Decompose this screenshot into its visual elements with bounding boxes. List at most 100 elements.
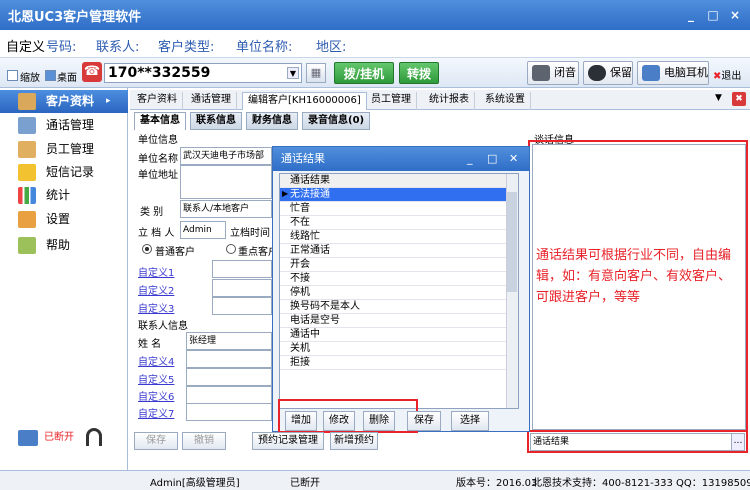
sidebar-item-calls[interactable]: 通话管理: [0, 114, 128, 137]
list-item[interactable]: 通话中: [280, 328, 506, 342]
mute-button[interactable]: 闭音: [527, 61, 579, 85]
minimize-button[interactable]: _: [682, 6, 700, 24]
custom2-link[interactable]: 自定义2: [138, 282, 174, 297]
list-item[interactable]: 正常通话: [280, 244, 506, 258]
computer-headset-icon: [642, 65, 660, 81]
custom7-field[interactable]: [186, 403, 272, 421]
custom7-link[interactable]: 自定义7: [138, 405, 174, 420]
sidebar-item-sms[interactable]: 短信记录: [0, 161, 128, 184]
region-search-label[interactable]: 地区:: [316, 36, 346, 55]
save-button[interactable]: 保存: [407, 411, 441, 431]
call-result-dialog: 通话结果 _ □ ✕ 通话结果 无法接通 忙音 不在 线路忙 正常通话 开会 不…: [272, 146, 530, 433]
list-scroll-thumb[interactable]: [507, 192, 517, 292]
custom2-field[interactable]: [212, 279, 272, 297]
dialog-maximize-button[interactable]: □: [487, 147, 497, 171]
tab-reports[interactable]: 统计报表: [424, 92, 475, 110]
custom1-link[interactable]: 自定义1: [138, 264, 174, 279]
dialog-minimize-button[interactable]: _: [467, 147, 473, 171]
number-search-label[interactable]: 号码:: [46, 36, 76, 55]
sidebar-item-stats[interactable]: 统计: [0, 184, 128, 207]
contact-search-label[interactable]: 联系人:: [96, 36, 139, 55]
name-label: 姓 名: [138, 339, 162, 350]
list-item[interactable]: 忙音: [280, 202, 506, 216]
tab-close-icon[interactable]: ✖: [732, 92, 746, 106]
custom1-field[interactable]: [212, 260, 272, 278]
hold-button[interactable]: 保留: [583, 61, 633, 85]
close-button[interactable]: ×: [726, 6, 744, 24]
category-field[interactable]: 联系人/本地客户: [180, 200, 272, 218]
list-item[interactable]: 线路忙: [280, 230, 506, 244]
tab-staff[interactable]: 员工管理: [366, 92, 417, 110]
type-search-label[interactable]: 客户类型:: [158, 36, 214, 55]
sidebar-item-settings[interactable]: 设置: [0, 208, 128, 231]
list-item[interactable]: 无法接通: [280, 188, 506, 202]
tab-customer[interactable]: 客户资料: [132, 92, 183, 110]
dial-hangup-button[interactable]: 拨/挂机: [334, 62, 394, 84]
delete-button[interactable]: 删除: [363, 411, 395, 431]
sidebar-item-staff[interactable]: 员工管理: [0, 138, 128, 161]
edit-button[interactable]: 修改: [323, 411, 355, 431]
status-version: 版本号：2016.03: [456, 478, 538, 489]
mini-label: 缩放: [20, 73, 40, 84]
list-item[interactable]: 不接: [280, 272, 506, 286]
custom6-link[interactable]: 自定义6: [138, 388, 174, 403]
list-item[interactable]: 换号码不是本人: [280, 300, 506, 314]
subtab-finance[interactable]: 财务信息: [246, 112, 298, 130]
tab-calls[interactable]: 通话管理: [186, 92, 237, 110]
row-pointer-icon: ▶: [282, 189, 289, 198]
custom-search-link[interactable]: 自定义: [6, 36, 45, 55]
company-search-label[interactable]: 单位名称:: [236, 36, 292, 55]
tab-system[interactable]: 系统设置: [480, 92, 531, 110]
list-item[interactable]: 电话是空号: [280, 314, 506, 328]
search-bar: 自定义 号码: 联系人: 客户类型: 单位名称: 地区:: [0, 30, 750, 58]
tab-menu-icon[interactable]: ▼: [715, 93, 722, 103]
custom3-link[interactable]: 自定义3: [138, 300, 174, 315]
exit-button[interactable]: ✖退出: [713, 67, 741, 82]
tab-edit-customer[interactable]: 编辑客户[KH16000006]: [242, 92, 367, 110]
custom4-link[interactable]: 自定义4: [138, 353, 174, 368]
cancel-disabled-button[interactable]: 撤销: [182, 432, 226, 450]
transfer-button[interactable]: 转拨: [399, 62, 439, 84]
normal-customer-radio[interactable]: [142, 244, 152, 254]
title-bar: 北恩UC3客户管理软件 _ □ ×: [0, 0, 750, 30]
phone-number-combo[interactable]: 170**332559 ▼: [104, 63, 302, 83]
unit-address-label: 单位地址: [138, 170, 178, 181]
list-item[interactable]: 关机: [280, 342, 506, 356]
new-appointment-button[interactable]: 新增预约: [330, 432, 378, 450]
sidebar-item-help[interactable]: 帮助: [0, 234, 128, 257]
list-item[interactable]: 拒接: [280, 356, 506, 370]
unit-name-field[interactable]: 武汉天迪电子市场部: [180, 147, 272, 165]
list-item[interactable]: 开会: [280, 258, 506, 272]
maximize-button[interactable]: □: [704, 6, 722, 24]
chevron-down-icon[interactable]: ▼: [287, 67, 299, 79]
sub-tabs: 基本信息 联系信息 财务信息 录音信息(0): [132, 112, 532, 130]
sidebar-item-customer[interactable]: 客户资料 ▸: [0, 90, 128, 113]
status-user: Admin[高级管理员]: [150, 478, 240, 489]
save-disabled-button[interactable]: 保存: [134, 432, 178, 450]
pc-headset-button[interactable]: 电脑耳机: [637, 61, 709, 85]
subtab-contact[interactable]: 联系信息: [190, 112, 242, 130]
toolbar: 缩放 桌面 ☎ 170**332559 ▼ ▦ 拨/挂机 转拨 闭音 保留 电脑…: [0, 58, 750, 88]
desktop-checkbox[interactable]: [45, 70, 56, 81]
subtab-basic[interactable]: 基本信息: [134, 112, 186, 130]
select-button[interactable]: 选择: [451, 411, 489, 431]
add-button[interactable]: 增加: [285, 411, 317, 431]
name-field[interactable]: 张经理: [186, 332, 272, 350]
subtab-recording[interactable]: 录音信息(0): [302, 112, 371, 130]
unit-address-field[interactable]: [180, 165, 272, 199]
appointment-records-button[interactable]: 预约记录管理: [252, 432, 324, 450]
custom4-field[interactable]: [186, 350, 272, 368]
mute-icon: [532, 65, 550, 81]
list-item[interactable]: 不在: [280, 216, 506, 230]
list-item[interactable]: 停机: [280, 286, 506, 300]
dialpad-icon[interactable]: ▦: [306, 63, 326, 83]
mini-checkbox[interactable]: [7, 70, 18, 81]
status-connection: 已断开: [290, 478, 320, 489]
dialog-close-button[interactable]: ✕: [509, 147, 518, 171]
creator-field[interactable]: Admin: [180, 221, 226, 239]
key-customer-radio[interactable]: [226, 244, 236, 254]
custom3-field[interactable]: [212, 297, 272, 315]
custom5-link[interactable]: 自定义5: [138, 371, 174, 386]
custom5-field[interactable]: [186, 368, 272, 386]
custom6-field[interactable]: [186, 386, 272, 404]
